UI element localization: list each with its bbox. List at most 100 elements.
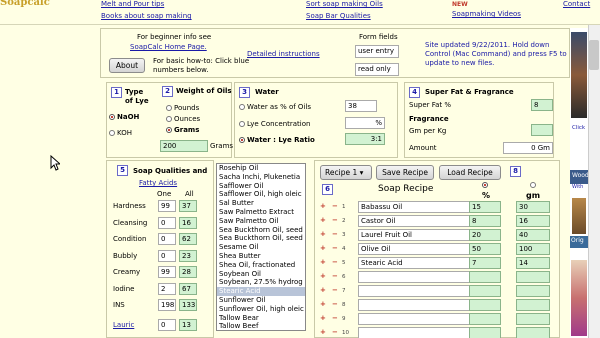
oil-list-item[interactable]: Sea Buckthorn Oil, seed [217, 234, 305, 243]
recipe-percent-input[interactable] [469, 327, 501, 338]
oil-list-item[interactable]: Stearic Acid [217, 287, 305, 296]
oil-list-item[interactable]: Soybean Oil [217, 270, 305, 279]
superfat-help-number[interactable]: 4 [409, 87, 420, 98]
recipe-gm-input[interactable]: 100 [516, 243, 550, 255]
fragrance-input[interactable] [531, 124, 553, 136]
remove-oil-button[interactable]: − [332, 328, 338, 336]
water-option-lye-conc[interactable]: Lye Concentration [239, 120, 310, 128]
oil-list-item[interactable]: Sea Buckthorn Oil, seed [217, 226, 305, 235]
fatty-acids-link[interactable]: Fatty Acids [139, 179, 177, 187]
grams-radio[interactable] [166, 127, 172, 133]
water-help-number[interactable]: 3 [239, 87, 250, 98]
oil-list-item[interactable]: Tallow Bear [217, 314, 305, 323]
ad-click-link[interactable]: Click [572, 125, 585, 131]
detailed-instructions-link[interactable]: Detailed instructions [247, 50, 320, 58]
oil-list-item[interactable]: Sacha Inchi, Plukenetia [217, 173, 305, 182]
oil-list-item[interactable]: Sal Butter [217, 199, 305, 208]
water-percent-radio[interactable] [239, 104, 245, 110]
superfat-input[interactable]: 8 [531, 99, 553, 111]
oil-list-item[interactable]: Sunflower Oil, high oleic [217, 305, 305, 314]
oil-list-item[interactable]: Rosehip Oil [217, 164, 305, 173]
remove-oil-button[interactable]: − [332, 230, 338, 238]
remove-oil-button[interactable]: − [332, 286, 338, 294]
weight-option-grams[interactable]: Grams [166, 126, 199, 134]
pounds-radio[interactable] [166, 105, 172, 111]
add-oil-button[interactable]: + [320, 328, 326, 336]
oil-list-item[interactable]: Safflower Oil [217, 182, 305, 191]
add-oil-button[interactable]: + [320, 202, 326, 210]
weight-option-ounces[interactable]: Ounces [166, 115, 200, 123]
water-percent-input[interactable]: 38 [345, 100, 377, 112]
link-contact[interactable]: Contact [563, 0, 590, 8]
recipe-percent-input[interactable]: 50 [469, 243, 501, 255]
recipe-gm-input[interactable] [516, 285, 550, 297]
link-videos[interactable]: Soapmaking Videos [452, 10, 521, 18]
remove-oil-button[interactable]: − [332, 216, 338, 224]
link-bar-qualities[interactable]: Soap Bar Qualities [306, 12, 371, 20]
koh-radio[interactable] [109, 130, 115, 136]
water-ratio-input[interactable]: 3:1 [345, 133, 385, 145]
percent-radio[interactable] [482, 182, 488, 188]
remove-oil-button[interactable]: − [332, 202, 338, 210]
oil-list-item[interactable]: Saw Palmetto Oil [217, 217, 305, 226]
ratio-radio[interactable] [239, 137, 245, 143]
oil-list-item[interactable]: Shea Oil, fractionated [217, 261, 305, 270]
recipe-gm-input[interactable] [516, 271, 550, 283]
ad-orig-banner[interactable]: Orig [570, 236, 588, 248]
link-books[interactable]: Books about soap making [101, 12, 192, 20]
recipe-percent-input[interactable]: 20 [469, 229, 501, 241]
recipe-percent-input[interactable]: 15 [469, 201, 501, 213]
oil-list[interactable]: Rosehip Oil Sacha Inchi, Plukenetia Safflo… [216, 163, 306, 331]
add-oil-button[interactable]: + [320, 314, 326, 322]
oil-list-item[interactable]: Shea Butter [217, 252, 305, 261]
weight-input[interactable]: 200 [160, 140, 208, 152]
remove-oil-button[interactable]: − [332, 258, 338, 266]
gm-radio[interactable] [530, 182, 536, 188]
ounces-radio[interactable] [166, 116, 172, 122]
remove-oil-button[interactable]: − [332, 272, 338, 280]
oil-list-item[interactable]: Safflower Oil, high oleic [217, 190, 305, 199]
lye-help-number[interactable]: 1 [111, 87, 122, 98]
lauric-link[interactable]: Lauric [113, 321, 134, 329]
lye-conc-radio[interactable] [239, 121, 245, 127]
add-oil-button[interactable]: + [320, 216, 326, 224]
recipe-percent-input[interactable] [469, 299, 501, 311]
recipe-percent-input[interactable]: 8 [469, 215, 501, 227]
qualities-help-number[interactable]: 5 [117, 165, 128, 176]
lye-option-koh[interactable]: KOH [109, 129, 132, 137]
remove-oil-button[interactable]: − [332, 314, 338, 322]
ad-product-image[interactable] [572, 198, 586, 234]
weight-help-number[interactable]: 2 [162, 86, 173, 97]
recipe-help-number-8[interactable]: 8 [510, 166, 521, 177]
water-option-percent[interactable]: Water as % of Oils [239, 103, 311, 111]
water-option-ratio[interactable]: Water : Lye Ratio [239, 136, 315, 144]
recipe-percent-input[interactable] [469, 285, 501, 297]
remove-oil-button[interactable]: − [332, 244, 338, 252]
add-oil-button[interactable]: + [320, 286, 326, 294]
recipe-help-number-6[interactable]: 6 [322, 184, 333, 195]
add-oil-button[interactable]: + [320, 258, 326, 266]
save-recipe-button[interactable]: Save Recipe [376, 165, 434, 180]
oil-list-item[interactable]: Sesame Oil [217, 243, 305, 252]
oil-list-item[interactable]: Sunflower Oil [217, 296, 305, 305]
recipe-percent-input[interactable] [469, 313, 501, 325]
oil-list-item[interactable]: Saw Palmetto Extract [217, 208, 305, 217]
scrollbar-thumb[interactable] [589, 40, 599, 70]
recipe-gm-input[interactable]: 40 [516, 229, 550, 241]
add-oil-button[interactable]: + [320, 244, 326, 252]
naoh-radio[interactable] [109, 114, 115, 120]
about-button[interactable]: About [109, 58, 145, 73]
recipe-gm-input[interactable]: 30 [516, 201, 550, 213]
recipe-percent-input[interactable]: 7 [469, 257, 501, 269]
recipe-select[interactable]: Recipe 1 ▾ [320, 165, 372, 180]
lye-option-naoh[interactable]: NaOH [109, 113, 139, 121]
recipe-gm-input[interactable]: 16 [516, 215, 550, 227]
home-page-link[interactable]: SoapCalc Home Page. [130, 43, 207, 51]
oil-list-item[interactable]: Tallow Beef [217, 322, 305, 330]
add-oil-button[interactable]: + [320, 300, 326, 308]
recipe-gm-input[interactable] [516, 299, 550, 311]
lye-conc-input[interactable]: % [345, 117, 385, 129]
add-oil-button[interactable]: + [320, 272, 326, 280]
link-melt-pour[interactable]: Melt and Pour tips [101, 0, 164, 8]
page-scrollbar[interactable] [588, 25, 600, 338]
